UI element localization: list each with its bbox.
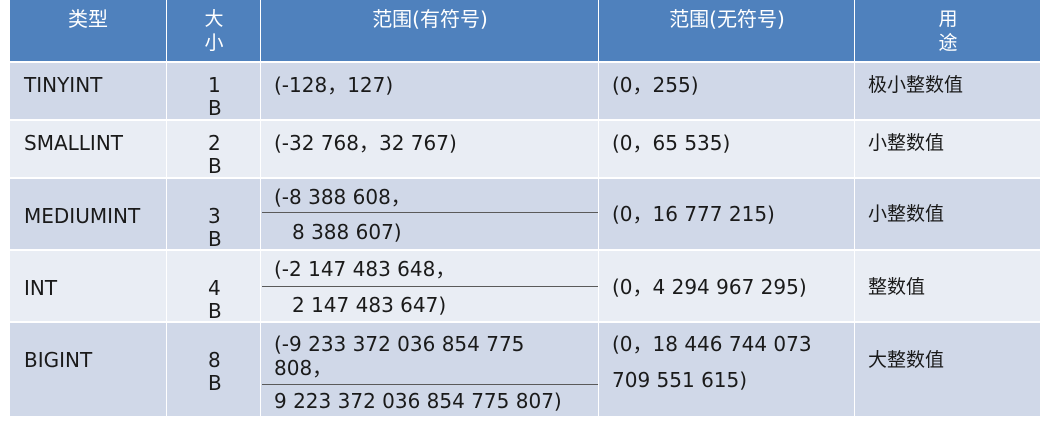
size-cell-unit: B [208,299,222,323]
size-cell-unit: B [208,227,222,251]
use-cell: 小整数值 [868,132,945,154]
header-unsigned-range: 范围(无符号) [669,7,785,31]
signed-range-line2: 8 388 607) [292,220,402,244]
unsigned-range-cell: (0，255) [612,73,699,97]
type-cell: INT [24,276,58,300]
signed-subrow-divider [262,384,598,385]
signed-range-cell: (-32 768，32 767) [274,131,457,155]
row-divider [10,321,1040,323]
unsigned-range-cell: (0，4 294 967 295) [612,275,807,299]
signed-range-line1: (-9 233 372 036 854 775 [274,332,525,356]
type-cell: BIGINT [24,348,93,372]
size-cell-unit: B [208,154,222,178]
header-use-line2: 途 [938,32,958,54]
unsigned-range-line2: 709 551 615) [612,368,748,392]
integer-types-table: 类型 大 小 范围(有符号) 范围(无符号) 用 途 TINYINT 1 B (… [10,0,1040,416]
size-cell-number: 1 [208,73,221,97]
use-cell: 整数值 [868,276,926,298]
signed-range-line2: 2 147 483 647) [292,293,447,317]
header-size-line1: 大 [204,8,224,30]
header-type: 类型 [68,7,108,31]
row-divider [10,249,1040,251]
row-divider [10,119,1040,121]
type-cell: SMALLINT [24,131,123,155]
size-cell-unit: B [208,96,222,120]
row-divider [10,61,1040,63]
type-cell: TINYINT [24,73,103,97]
size-cell-number: 4 [208,276,221,300]
signed-range-line1-cont: 808， [274,356,333,380]
header-row: 类型 大 小 范围(有符号) 范围(无符号) 用 途 [10,0,1040,62]
type-cell: MEDIUMINT [24,204,141,228]
use-cell: 大整数值 [868,349,945,371]
signed-range-line2: 9 223 372 036 854 775 807) [274,389,562,413]
signed-subrow-divider [262,212,598,213]
size-cell-number: 8 [208,348,221,372]
row-divider [10,177,1040,179]
signed-range-line1: (-8 388 608， [274,185,411,209]
size-cell-number: 3 [208,204,221,228]
header-size-line2: 小 [204,32,224,54]
unsigned-range-cell: (0，16 777 215) [612,202,775,226]
use-cell: 极小整数值 [868,74,964,96]
unsigned-range-line1: (0，18 446 744 073 [612,332,812,356]
signed-subrow-divider [262,286,598,287]
header-signed-range: 范围(有符号) [372,7,488,31]
size-cell-number: 2 [208,131,221,155]
size-cell-unit: B [208,371,222,395]
signed-range-cell: (-128，127) [274,73,394,97]
header-use-line1: 用 [938,8,958,30]
use-cell: 小整数值 [868,203,945,225]
unsigned-range-cell: (0，65 535) [612,131,731,155]
signed-range-line1: (-2 147 483 648， [274,257,456,281]
